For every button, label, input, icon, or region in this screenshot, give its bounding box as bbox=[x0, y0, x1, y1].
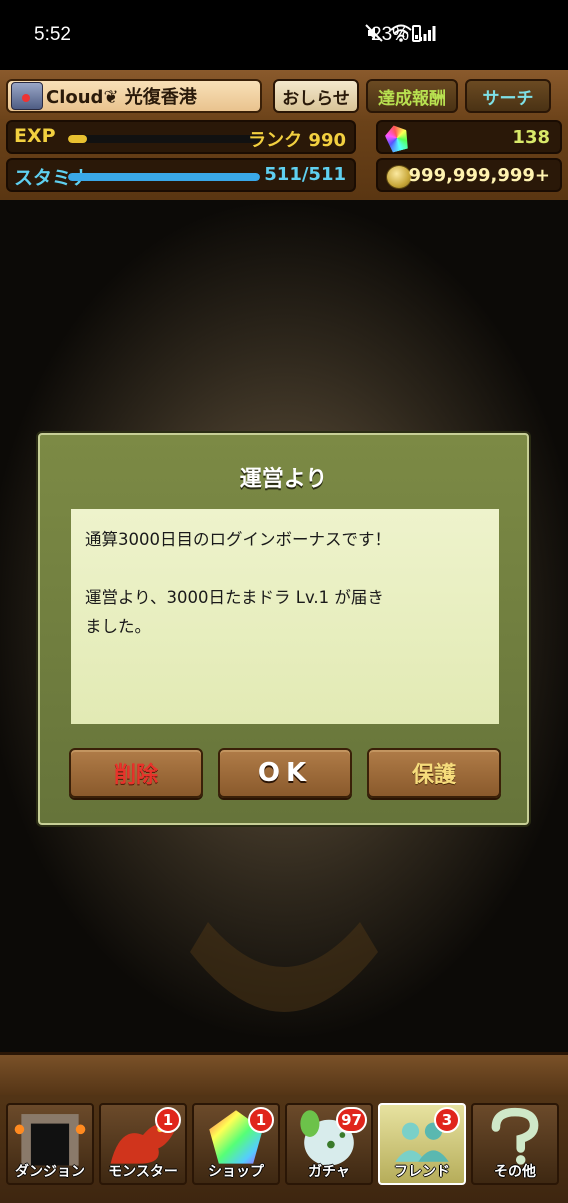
achievements-button[interactable]: 達成報酬 bbox=[366, 79, 458, 113]
exp-bar bbox=[68, 135, 260, 143]
stamina-value: 511/511 bbox=[264, 164, 346, 185]
nav-ledge bbox=[0, 1055, 568, 1095]
gacha-badge: 97 bbox=[336, 1107, 367, 1133]
magic-stone-panel[interactable]: 138 bbox=[376, 120, 562, 154]
search-button[interactable]: サーチ bbox=[465, 79, 551, 113]
bottom-nav: ダンジョン 1 モンスター 1 ショップ 97 ガチャ 3 フレンド その他 bbox=[0, 1052, 568, 1203]
nav-monster[interactable]: 1 モンスター bbox=[99, 1103, 187, 1185]
message-line: ました。 bbox=[85, 617, 151, 636]
stamina-panel: スタミナ 511/511 bbox=[6, 158, 356, 192]
coin-panel: 999,999,999+ bbox=[376, 158, 562, 192]
nav-monster-label: モンスター bbox=[108, 1164, 178, 1180]
exp-bar-fill bbox=[68, 135, 88, 143]
message-line: 運営より、3000日たまドラ Lv.1 が届き bbox=[85, 588, 384, 607]
coin-count: 999,999,999+ bbox=[408, 165, 550, 186]
exp-label: EXP bbox=[14, 125, 56, 147]
battery-percent: 23% bbox=[371, 24, 410, 45]
player-name: Cloud❦ 光復香港 bbox=[46, 87, 197, 108]
battery-icon bbox=[412, 25, 421, 42]
status-time: 5:52 bbox=[34, 24, 71, 45]
rank-value: ランク 990 bbox=[248, 130, 346, 151]
stamina-bar bbox=[68, 173, 260, 181]
dungeon-gate-icon bbox=[14, 1114, 86, 1166]
nav-dungeon[interactable]: ダンジョン bbox=[6, 1103, 94, 1185]
delete-button[interactable]: 削除 bbox=[69, 748, 203, 798]
nav-shop-label: ショップ bbox=[208, 1164, 264, 1180]
status-bar: 5:52 23% bbox=[0, 0, 568, 70]
message-dialog: 運営より 通算3000日目のログインボーナスです！ 運営より、3000日たまドラ… bbox=[38, 433, 529, 825]
nav-other[interactable]: その他 bbox=[471, 1103, 559, 1185]
nav-other-label: その他 bbox=[494, 1164, 536, 1180]
nav-dungeon-label: ダンジョン bbox=[15, 1164, 85, 1180]
ok-button[interactable]: OK bbox=[218, 748, 352, 798]
monster-badge: 1 bbox=[155, 1107, 181, 1133]
game-header: Cloud❦ 光復香港 おしらせ 達成報酬 サーチ EXP ランク 990 スタ… bbox=[0, 70, 568, 203]
exp-panel: EXP ランク 990 bbox=[6, 120, 356, 154]
magic-stone-icon bbox=[383, 123, 411, 154]
shop-badge: 1 bbox=[248, 1107, 274, 1133]
magic-stone-count: 138 bbox=[512, 127, 550, 148]
nav-shop[interactable]: 1 ショップ bbox=[192, 1103, 280, 1185]
nav-gacha[interactable]: 97 ガチャ bbox=[285, 1103, 373, 1185]
player-avatar-icon bbox=[11, 82, 43, 110]
dialog-message: 通算3000日目のログインボーナスです！ 運営より、3000日たまドラ Lv.1… bbox=[71, 509, 499, 724]
nav-friend[interactable]: 3 フレンド bbox=[378, 1103, 466, 1185]
dialog-title: 運営より bbox=[239, 467, 328, 492]
player-info[interactable]: Cloud❦ 光復香港 bbox=[6, 79, 262, 113]
message-line bbox=[85, 554, 485, 583]
nav-gacha-label: ガチャ bbox=[308, 1164, 350, 1180]
question-mark-icon bbox=[491, 1107, 539, 1165]
message-line: 通算3000日目のログインボーナスです！ bbox=[85, 530, 391, 549]
nav-friend-label: フレンド bbox=[394, 1164, 450, 1180]
stamina-bar-fill bbox=[68, 173, 260, 181]
news-button[interactable]: おしらせ bbox=[273, 79, 359, 113]
header-top-row: Cloud❦ 光復香港 おしらせ 達成報酬 サーチ bbox=[0, 76, 568, 116]
friend-badge: 3 bbox=[434, 1107, 460, 1133]
protect-button[interactable]: 保護 bbox=[367, 748, 501, 798]
